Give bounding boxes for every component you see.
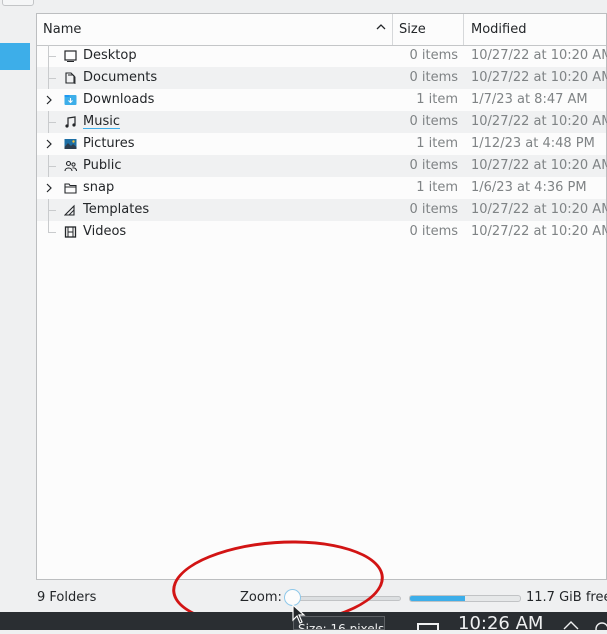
pictures-icon [64,139,77,149]
chevron-right-icon[interactable] [45,139,53,149]
tree-line [48,221,49,232]
folder-count: 9 Folders [37,590,97,605]
file-modified: 10/27/22 at 10:20 AM [471,48,607,63]
tree-line [48,56,56,57]
free-space-text[interactable]: 11.7 GiB free [526,590,607,605]
desktop-icon [64,50,77,62]
tree-line [48,166,56,167]
file-details-view[interactable]: Name Size Modified Desktop 0 items 10/27… [36,13,607,580]
table-row[interactable]: Templates 0 items 10/27/22 at 10:20 AM [37,199,607,221]
column-header-name[interactable]: Name [43,14,390,45]
table-row[interactable]: Pictures 1 item 1/12/23 at 4:48 PM [37,133,606,155]
places-sidebar [0,0,36,612]
tree-line [48,122,56,123]
downloads-icon [64,95,77,105]
file-size: 1 item [416,92,458,107]
sidebar-button[interactable] [2,0,34,6]
table-row[interactable]: Desktop 0 items 10/27/22 at 10:20 AM [37,45,607,67]
table-row[interactable]: Documents 0 items 10/27/22 at 10:20 AM [37,67,607,89]
sort-ascending-icon[interactable] [376,22,386,32]
file-size: 1 item [416,136,458,151]
file-modified: 10/27/22 at 10:20 AM [471,158,607,173]
file-list: Desktop 0 items 10/27/22 at 10:20 AM Doc… [37,45,607,243]
templates-icon [64,204,75,216]
file-name: Videos [83,224,127,239]
table-row[interactable]: Downloads 1 item 1/7/23 at 8:47 AM [37,89,606,111]
chevron-right-icon[interactable] [45,95,53,105]
chevron-right-icon[interactable] [45,183,53,193]
used-space-fill [410,596,465,601]
file-size: 0 items [409,48,458,63]
tray-status-icon[interactable] [594,621,607,630]
file-size: 0 items [409,114,458,129]
file-modified: 10/27/22 at 10:20 AM [471,202,607,217]
tree-line [48,210,56,211]
file-name: Music [83,114,120,129]
tree-line [48,232,56,233]
table-row[interactable]: Music 0 items 10/27/22 at 10:20 AM [37,111,607,133]
documents-icon [65,72,76,84]
free-space-bar[interactable] [409,595,521,602]
file-modified: 10/27/22 at 10:20 AM [471,114,607,129]
file-name: Pictures [83,136,135,151]
file-size: 1 item [416,180,458,195]
sidebar-selected-place[interactable] [0,43,30,70]
taskbar-clock[interactable]: 10:26 AM [458,614,543,634]
window-icon[interactable] [417,623,439,630]
mouse-cursor-icon [292,604,306,624]
table-row[interactable]: snap 1 item 1/6/23 at 4:36 PM [37,177,606,199]
file-name: Templates [83,202,150,217]
file-modified: 1/6/23 at 4:36 PM [471,180,587,195]
zoom-tooltip: Size: 16 pixels [293,616,385,630]
column-header: Name Size Modified [37,14,606,46]
file-size: 0 items [409,158,458,173]
column-header-modified[interactable]: Modified [463,14,607,45]
file-size: 0 items [409,70,458,85]
table-row[interactable]: Videos 0 items 10/27/22 at 10:20 AM [37,221,607,243]
file-modified: 10/27/22 at 10:20 AM [471,70,607,85]
file-modified: 10/27/22 at 10:20 AM [471,224,607,239]
file-name: Downloads [83,92,155,107]
file-name: snap [83,180,115,195]
file-size: 0 items [409,224,458,239]
public-icon [64,160,77,172]
file-size: 0 items [409,202,458,217]
file-name: Desktop [83,48,137,63]
file-name: Public [83,158,122,173]
network-icon[interactable] [563,621,579,630]
table-row[interactable]: Public 0 items 10/27/22 at 10:20 AM [37,155,607,177]
tree-line [48,78,56,79]
file-modified: 1/7/23 at 8:47 AM [471,92,588,107]
videos-icon [64,226,77,238]
folder-icon [64,183,77,194]
music-icon [65,116,76,128]
file-name: Documents [83,70,158,85]
column-header-size[interactable]: Size [392,14,463,45]
file-modified: 1/12/23 at 4:48 PM [471,136,595,151]
